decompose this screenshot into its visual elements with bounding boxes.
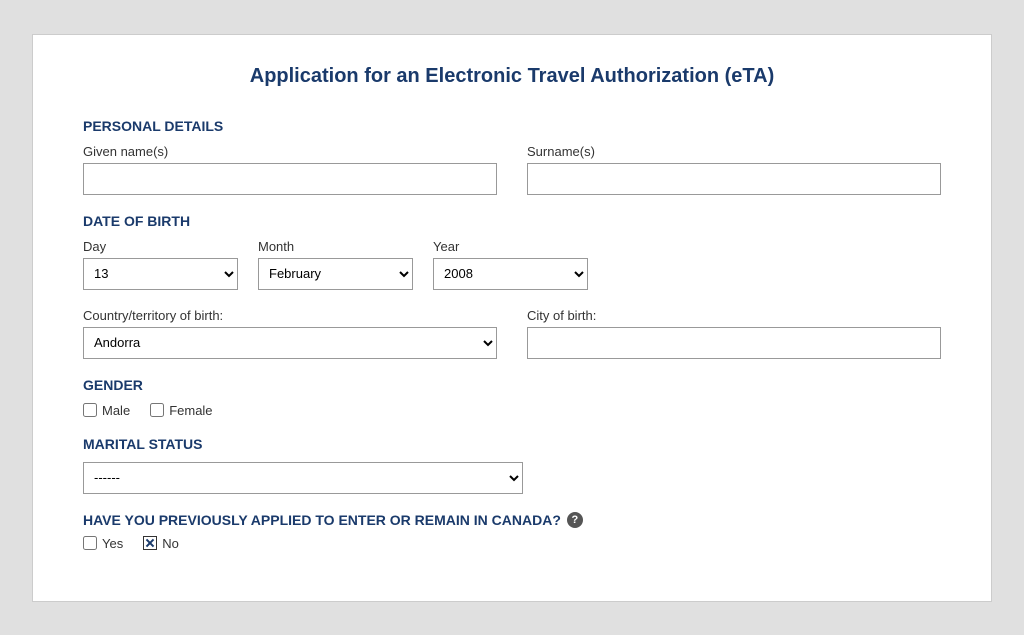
canada-question-text: HAVE YOU PREVIOUSLY APPLIED TO ENTER OR … <box>83 512 561 528</box>
canada-no-option[interactable]: No <box>143 536 179 551</box>
month-group: Month January February MarchAprilMay Jun… <box>258 239 413 290</box>
gender-section: GENDER Male Female <box>83 377 941 418</box>
canada-no-label: No <box>162 536 179 551</box>
year-group: Year 20102009 2008 200720062005 20042003… <box>433 239 588 290</box>
day-group: Day 1234 5678 9101112 131415 16171819 20… <box>83 239 238 290</box>
gender-female-label: Female <box>169 403 212 418</box>
country-label: Country/territory of birth: <box>83 308 497 323</box>
dob-section: DATE OF BIRTH Day 1234 5678 9101112 1314… <box>83 213 941 290</box>
canada-options: Yes No <box>83 536 941 551</box>
year-select[interactable]: 20102009 2008 200720062005 200420032002 … <box>433 258 588 290</box>
name-row: Given name(s) Surname(s) <box>83 144 941 195</box>
canada-yes-option[interactable]: Yes <box>83 536 123 551</box>
month-select[interactable]: January February MarchAprilMay JuneJulyA… <box>258 258 413 290</box>
gender-female-option[interactable]: Female <box>150 403 212 418</box>
help-icon[interactable]: ? <box>567 512 583 528</box>
birth-location-section: Country/territory of birth: Andorra Afgh… <box>83 308 941 359</box>
gender-male-option[interactable]: Male <box>83 403 130 418</box>
birth-location-row: Country/territory of birth: Andorra Afgh… <box>83 308 941 359</box>
dob-row: Day 1234 5678 9101112 131415 16171819 20… <box>83 239 941 290</box>
canada-question-label: HAVE YOU PREVIOUSLY APPLIED TO ENTER OR … <box>83 512 941 528</box>
form-container: Application for an Electronic Travel Aut… <box>32 34 992 602</box>
dob-heading: DATE OF BIRTH <box>83 213 941 229</box>
page-title: Application for an Electronic Travel Aut… <box>83 65 941 88</box>
marital-heading: MARITAL STATUS <box>83 436 941 452</box>
gender-male-checkbox[interactable] <box>83 403 97 417</box>
country-group: Country/territory of birth: Andorra Afgh… <box>83 308 497 359</box>
city-input[interactable] <box>527 327 941 359</box>
month-label: Month <box>258 239 413 254</box>
given-names-label: Given name(s) <box>83 144 497 159</box>
canada-yes-label: Yes <box>102 536 123 551</box>
surname-input[interactable] <box>527 163 941 195</box>
personal-details-section: PERSONAL DETAILS Given name(s) Surname(s… <box>83 118 941 195</box>
year-label: Year <box>433 239 588 254</box>
city-label: City of birth: <box>527 308 941 323</box>
given-names-input[interactable] <box>83 163 497 195</box>
city-group: City of birth: <box>527 308 941 359</box>
surname-group: Surname(s) <box>527 144 941 195</box>
given-names-group: Given name(s) <box>83 144 497 195</box>
day-select[interactable]: 1234 5678 9101112 131415 16171819 202122… <box>83 258 238 290</box>
day-label: Day <box>83 239 238 254</box>
canada-yes-checkbox[interactable] <box>83 536 97 550</box>
personal-details-heading: PERSONAL DETAILS <box>83 118 941 134</box>
canada-section: HAVE YOU PREVIOUSLY APPLIED TO ENTER OR … <box>83 512 941 551</box>
marital-section: MARITAL STATUS ------ Single Married Com… <box>83 436 941 494</box>
gender-options: Male Female <box>83 403 941 418</box>
gender-heading: GENDER <box>83 377 941 393</box>
gender-female-checkbox[interactable] <box>150 403 164 417</box>
gender-male-label: Male <box>102 403 130 418</box>
marital-select[interactable]: ------ Single Married Common-law Divorce… <box>83 462 523 494</box>
surname-label: Surname(s) <box>527 144 941 159</box>
canada-no-checkbox-checked[interactable] <box>143 536 157 550</box>
country-select[interactable]: Andorra Afghanistan Albania Algeria Cana… <box>83 327 497 359</box>
